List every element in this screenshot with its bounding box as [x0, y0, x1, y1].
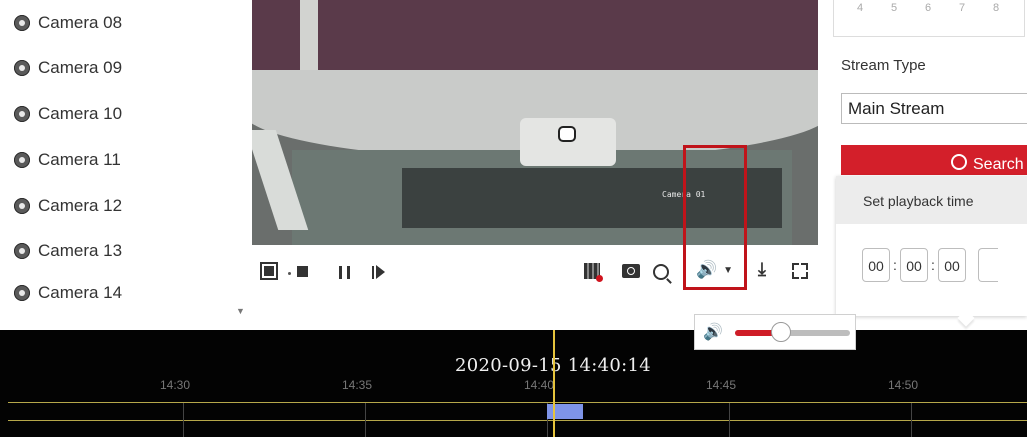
camera-label: Camera 12: [38, 196, 123, 215]
camera-label: Camera 09: [38, 58, 123, 77]
capture-button[interactable]: [622, 264, 640, 278]
camera-label: Camera 13: [38, 241, 123, 260]
pause-icon: [339, 266, 350, 279]
timeline-tick: 14:40: [524, 378, 555, 392]
timeline-gridline: [365, 403, 366, 437]
camera-icon: [14, 152, 30, 168]
timeline-cursor[interactable]: [553, 330, 555, 437]
camera-capture-icon: [622, 264, 640, 278]
stop-icon: [297, 266, 308, 277]
camera-item[interactable]: Camera 09: [14, 57, 122, 79]
camera-item[interactable]: Camera 14: [14, 282, 122, 304]
calendar-row: 4 5 6 7 8: [843, 2, 1013, 14]
stop-button[interactable]: [297, 266, 308, 277]
camera-item[interactable]: Camera 10: [14, 103, 122, 125]
second-field[interactable]: 00: [938, 248, 966, 282]
highlight-box: [683, 145, 747, 290]
timeline-tick: 14:45: [706, 378, 737, 392]
timeline-gridline: [911, 403, 912, 437]
search-icon: [951, 154, 967, 170]
calendar-day[interactable]: 6: [911, 2, 945, 14]
volume-icon[interactable]: 🔊: [703, 322, 723, 342]
search-label: Search: [973, 156, 1024, 173]
camera-item[interactable]: Camera 13: [14, 240, 122, 262]
stream-type-label: Stream Type: [841, 57, 926, 74]
timeline-tick: 14:30: [160, 378, 191, 392]
pause-button[interactable]: [339, 266, 350, 279]
camera-list: Camera 08 Camera 09 Camera 10 Camera 11 …: [0, 0, 240, 318]
camera-icon: [14, 15, 30, 31]
clip-icon: [584, 263, 603, 282]
camera-label: Camera 14: [38, 283, 123, 302]
camera-item[interactable]: Camera 08: [14, 12, 122, 34]
camera-icon: [14, 106, 30, 122]
hour-field[interactable]: 00: [862, 248, 890, 282]
confirm-button[interactable]: [978, 248, 998, 282]
playback-time-title: Set playback time: [836, 176, 1027, 224]
camera-item[interactable]: Camera 11: [14, 149, 121, 171]
calendar-day[interactable]: 4: [843, 2, 877, 14]
download-icon: ⤓: [758, 259, 766, 279]
zoom-icon: [653, 264, 669, 280]
timeline-gridline: [729, 403, 730, 437]
camera-label: Camera 11: [38, 150, 121, 169]
clip-button[interactable]: [584, 263, 603, 282]
play-frame-icon: [376, 265, 385, 279]
download-button[interactable]: ⤓: [758, 259, 766, 280]
calendar-day[interactable]: 5: [877, 2, 911, 14]
timeline-gridline: [183, 403, 184, 437]
calendar-day[interactable]: 7: [945, 2, 979, 14]
timeline-tick: 14:50: [888, 378, 919, 392]
minute-field[interactable]: 00: [900, 248, 928, 282]
playback-time-popup: Set playback time 00 : 00 : 00: [836, 176, 1027, 316]
single-frame-button[interactable]: [372, 265, 385, 279]
split-screen-icon: [260, 262, 278, 280]
video-background: [252, 0, 818, 80]
dot-icon: [288, 272, 291, 275]
camera-label: Camera 10: [38, 104, 123, 123]
split-screen-button[interactable]: [260, 262, 278, 280]
scroll-down-arrow[interactable]: ▼: [236, 306, 245, 316]
time-separator: :: [931, 257, 935, 273]
digital-zoom-button[interactable]: [653, 264, 669, 280]
camera-icon: [14, 243, 30, 259]
stream-type-select[interactable]: Main Stream: [841, 93, 1027, 124]
single-frame-icon: [372, 265, 374, 279]
calendar-day[interactable]: 8: [979, 2, 1013, 14]
camera-icon: [14, 285, 30, 301]
time-fields: 00 : 00 : 00: [862, 248, 998, 282]
camera-item[interactable]: Camera 12: [14, 195, 122, 217]
timeline-tick: 14:35: [342, 378, 373, 392]
camera-label: Camera 08: [38, 13, 123, 32]
timeline-track-top: [8, 402, 1027, 403]
time-separator: :: [893, 257, 897, 273]
timeline-track-bottom: [8, 420, 1027, 421]
camera-icon: [14, 60, 30, 76]
volume-slider-track[interactable]: [735, 322, 850, 342]
volume-popup: 🔊: [694, 314, 856, 350]
video-object: [300, 0, 318, 80]
fullscreen-button[interactable]: [792, 263, 808, 279]
search-button[interactable]: Search: [841, 145, 1027, 175]
dropdown-dot[interactable]: [288, 272, 291, 275]
volume-slider-thumb[interactable]: [771, 322, 791, 342]
fullscreen-icon: [792, 263, 808, 279]
camera-icon: [14, 198, 30, 214]
video-object: [520, 118, 616, 166]
